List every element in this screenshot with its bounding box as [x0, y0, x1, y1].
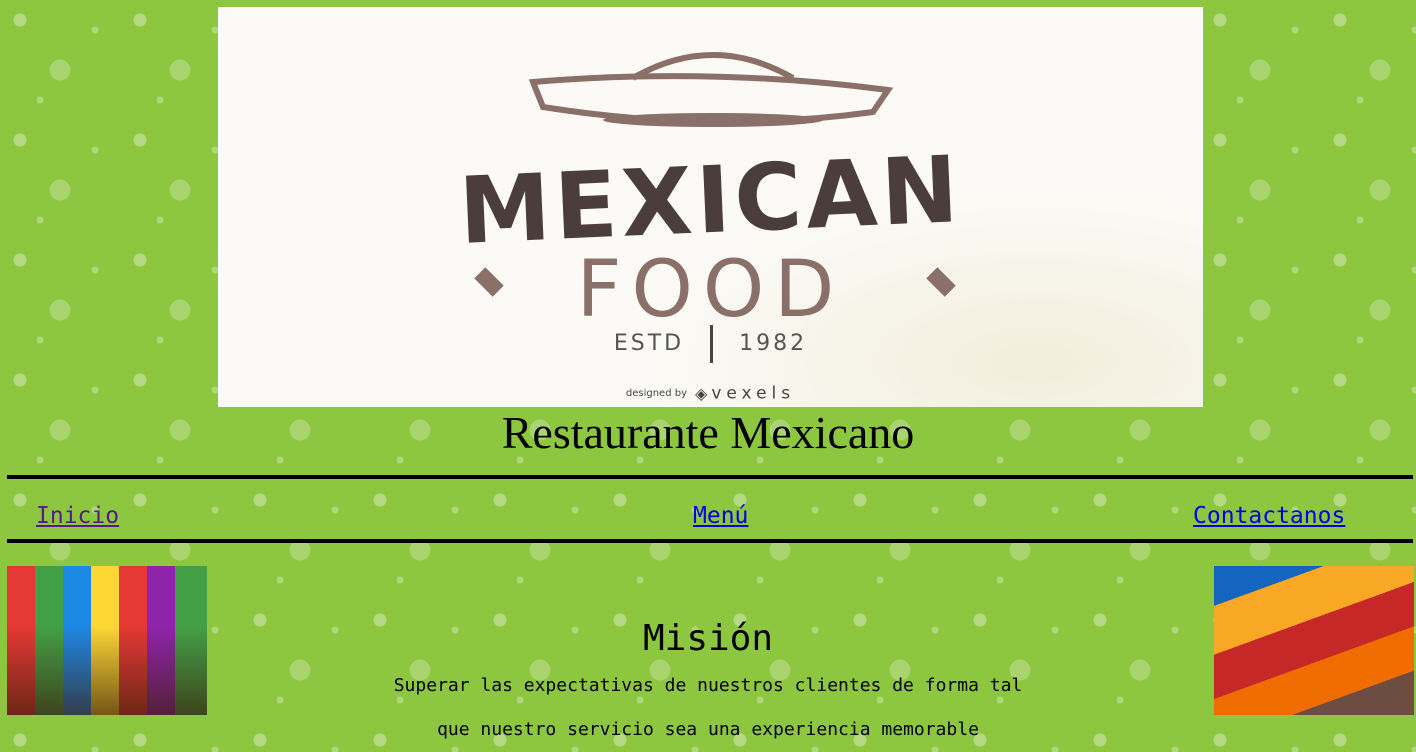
logo-credit: designed by ◈ vexels — [218, 383, 1203, 404]
header-banner-image: MEXICAN FOOD ESTD 1982 designed by ◈ vexels — [218, 7, 1203, 407]
nav-link-inicio[interactable]: Inicio — [36, 503, 119, 529]
nav-bottom-divider — [7, 539, 1413, 543]
nav-link-menu[interactable]: Menú — [693, 503, 748, 529]
estd-label: ESTD — [613, 331, 685, 356]
logo-established: ESTD 1982 — [218, 325, 1203, 363]
credit-small-text: designed by — [625, 388, 687, 399]
nav-link-contactanos[interactable]: Contactanos — [1193, 503, 1345, 529]
mision-heading: Misión — [642, 618, 774, 659]
nav-top-divider — [7, 475, 1413, 479]
sombrero-icon — [528, 52, 894, 127]
mision-text: Superar las expectativas de nuestros cli… — [0, 664, 1416, 752]
logo-food: FOOD — [576, 245, 845, 335]
estd-divider — [710, 325, 714, 363]
mision-text-line1: Superar las expectativas de nuestros cli… — [393, 675, 1023, 696]
page-title: Restaurante Mexicano — [501, 407, 915, 458]
credit-brand: vexels — [711, 383, 796, 404]
estd-year: 1982 — [739, 331, 808, 356]
vexels-logo-icon: ◈ — [695, 384, 708, 403]
